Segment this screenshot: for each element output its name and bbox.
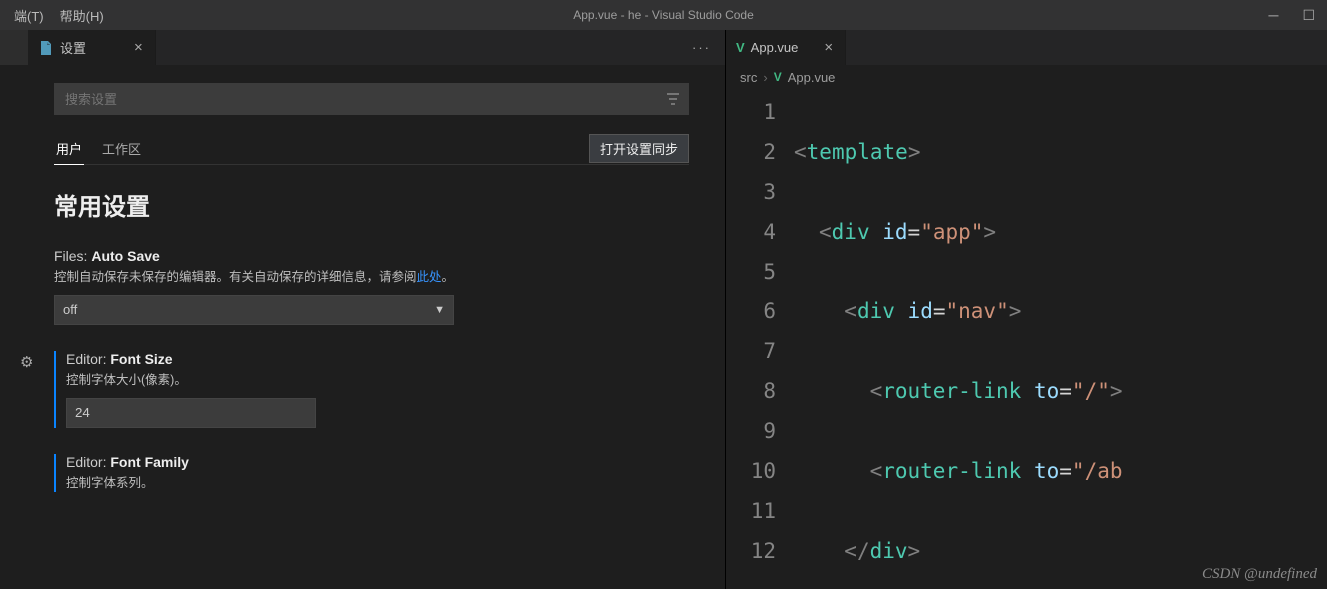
tab-app-vue[interactable]: V App.vue × bbox=[726, 30, 846, 65]
autosave-select[interactable]: off ▼ bbox=[54, 295, 454, 325]
setting-desc: 控制字体系列。 bbox=[66, 474, 689, 493]
setting-editor-fontfamily: Editor: Font Family 控制字体系列。 bbox=[54, 454, 689, 493]
breadcrumb-file[interactable]: App.vue bbox=[788, 70, 836, 85]
tab-settings[interactable]: 设置 × bbox=[28, 30, 156, 65]
gear-icon[interactable]: ⚙ bbox=[20, 353, 33, 371]
setting-label: Files: Auto Save bbox=[54, 248, 689, 264]
search-input[interactable] bbox=[54, 83, 689, 115]
menu-terminal[interactable]: 端(T) bbox=[6, 2, 52, 29]
menu-help[interactable]: 帮助(H) bbox=[52, 2, 112, 29]
more-actions-icon[interactable]: ··· bbox=[678, 30, 725, 65]
vue-icon: V bbox=[736, 40, 745, 55]
settings-body: 用户 工作区 打开设置同步 常用设置 Files: Auto Save 控制自动… bbox=[0, 65, 725, 589]
breadcrumb-src[interactable]: src bbox=[740, 70, 757, 85]
scope-tab-workspace[interactable]: 工作区 bbox=[100, 133, 143, 164]
setting-label: Editor: Font Size bbox=[66, 351, 689, 367]
scope-tab-user[interactable]: 用户 bbox=[54, 133, 84, 165]
open-settings-sync-button[interactable]: 打开设置同步 bbox=[589, 134, 689, 163]
setting-label: Editor: Font Family bbox=[66, 454, 689, 470]
autosave-doc-link[interactable]: 此处 bbox=[417, 270, 442, 284]
line-gutter: 123456789101112 bbox=[726, 89, 794, 589]
autosave-value: off bbox=[63, 302, 77, 317]
breadcrumbs: src › V App.vue bbox=[726, 65, 1327, 89]
chevron-down-icon: ▼ bbox=[434, 304, 445, 316]
vue-icon: V bbox=[774, 70, 782, 84]
filter-icon[interactable] bbox=[665, 91, 681, 110]
editor-pane: V App.vue × src › V App.vue 123456789101… bbox=[726, 30, 1327, 589]
setting-files-autosave: Files: Auto Save 控制自动保存未保存的编辑器。有关自动保存的详细… bbox=[54, 248, 689, 325]
tab-app-vue-label: App.vue bbox=[751, 40, 799, 55]
search-wrap bbox=[54, 83, 689, 115]
settings-pane: 设置 × ··· 用户 工作区 打开设置同步 常用设置 bbox=[0, 30, 726, 589]
close-icon[interactable]: × bbox=[132, 40, 145, 55]
tab-settings-label: 设置 bbox=[60, 38, 86, 57]
chevron-right-icon: › bbox=[763, 70, 767, 85]
menubar: 端(T) 帮助(H) App.vue - he - Visual Studio … bbox=[0, 0, 1327, 30]
minimize-icon[interactable]: ─ bbox=[1269, 7, 1279, 24]
close-icon[interactable]: × bbox=[822, 40, 835, 55]
window-title: App.vue - he - Visual Studio Code bbox=[0, 8, 1327, 22]
fontsize-input[interactable] bbox=[66, 398, 316, 428]
code-content[interactable]: <template> <div id="app"> <div id="nav">… bbox=[794, 89, 1327, 589]
code-editor[interactable]: 123456789101112 <template> <div id="app"… bbox=[726, 89, 1327, 589]
setting-desc: 控制字体大小(像素)。 bbox=[66, 371, 689, 390]
right-tabs: V App.vue × bbox=[726, 30, 1327, 65]
watermark: CSDN @undefined bbox=[1202, 566, 1317, 583]
window-controls: ─ ☐ bbox=[1269, 7, 1321, 24]
setting-desc: 控制自动保存未保存的编辑器。有关自动保存的详细信息，请参阅此处。 bbox=[54, 268, 689, 287]
maximize-icon[interactable]: ☐ bbox=[1302, 7, 1315, 24]
setting-editor-fontsize: ⚙ Editor: Font Size 控制字体大小(像素)。 bbox=[54, 351, 689, 428]
settings-content: 常用设置 Files: Auto Save 控制自动保存未保存的编辑器。有关自动… bbox=[54, 165, 689, 492]
settings-scope-tabs: 用户 工作区 打开设置同步 bbox=[54, 133, 689, 165]
left-tabs: 设置 × ··· bbox=[0, 30, 725, 65]
settings-file-icon bbox=[38, 40, 54, 56]
section-title-common: 常用设置 bbox=[54, 187, 689, 222]
